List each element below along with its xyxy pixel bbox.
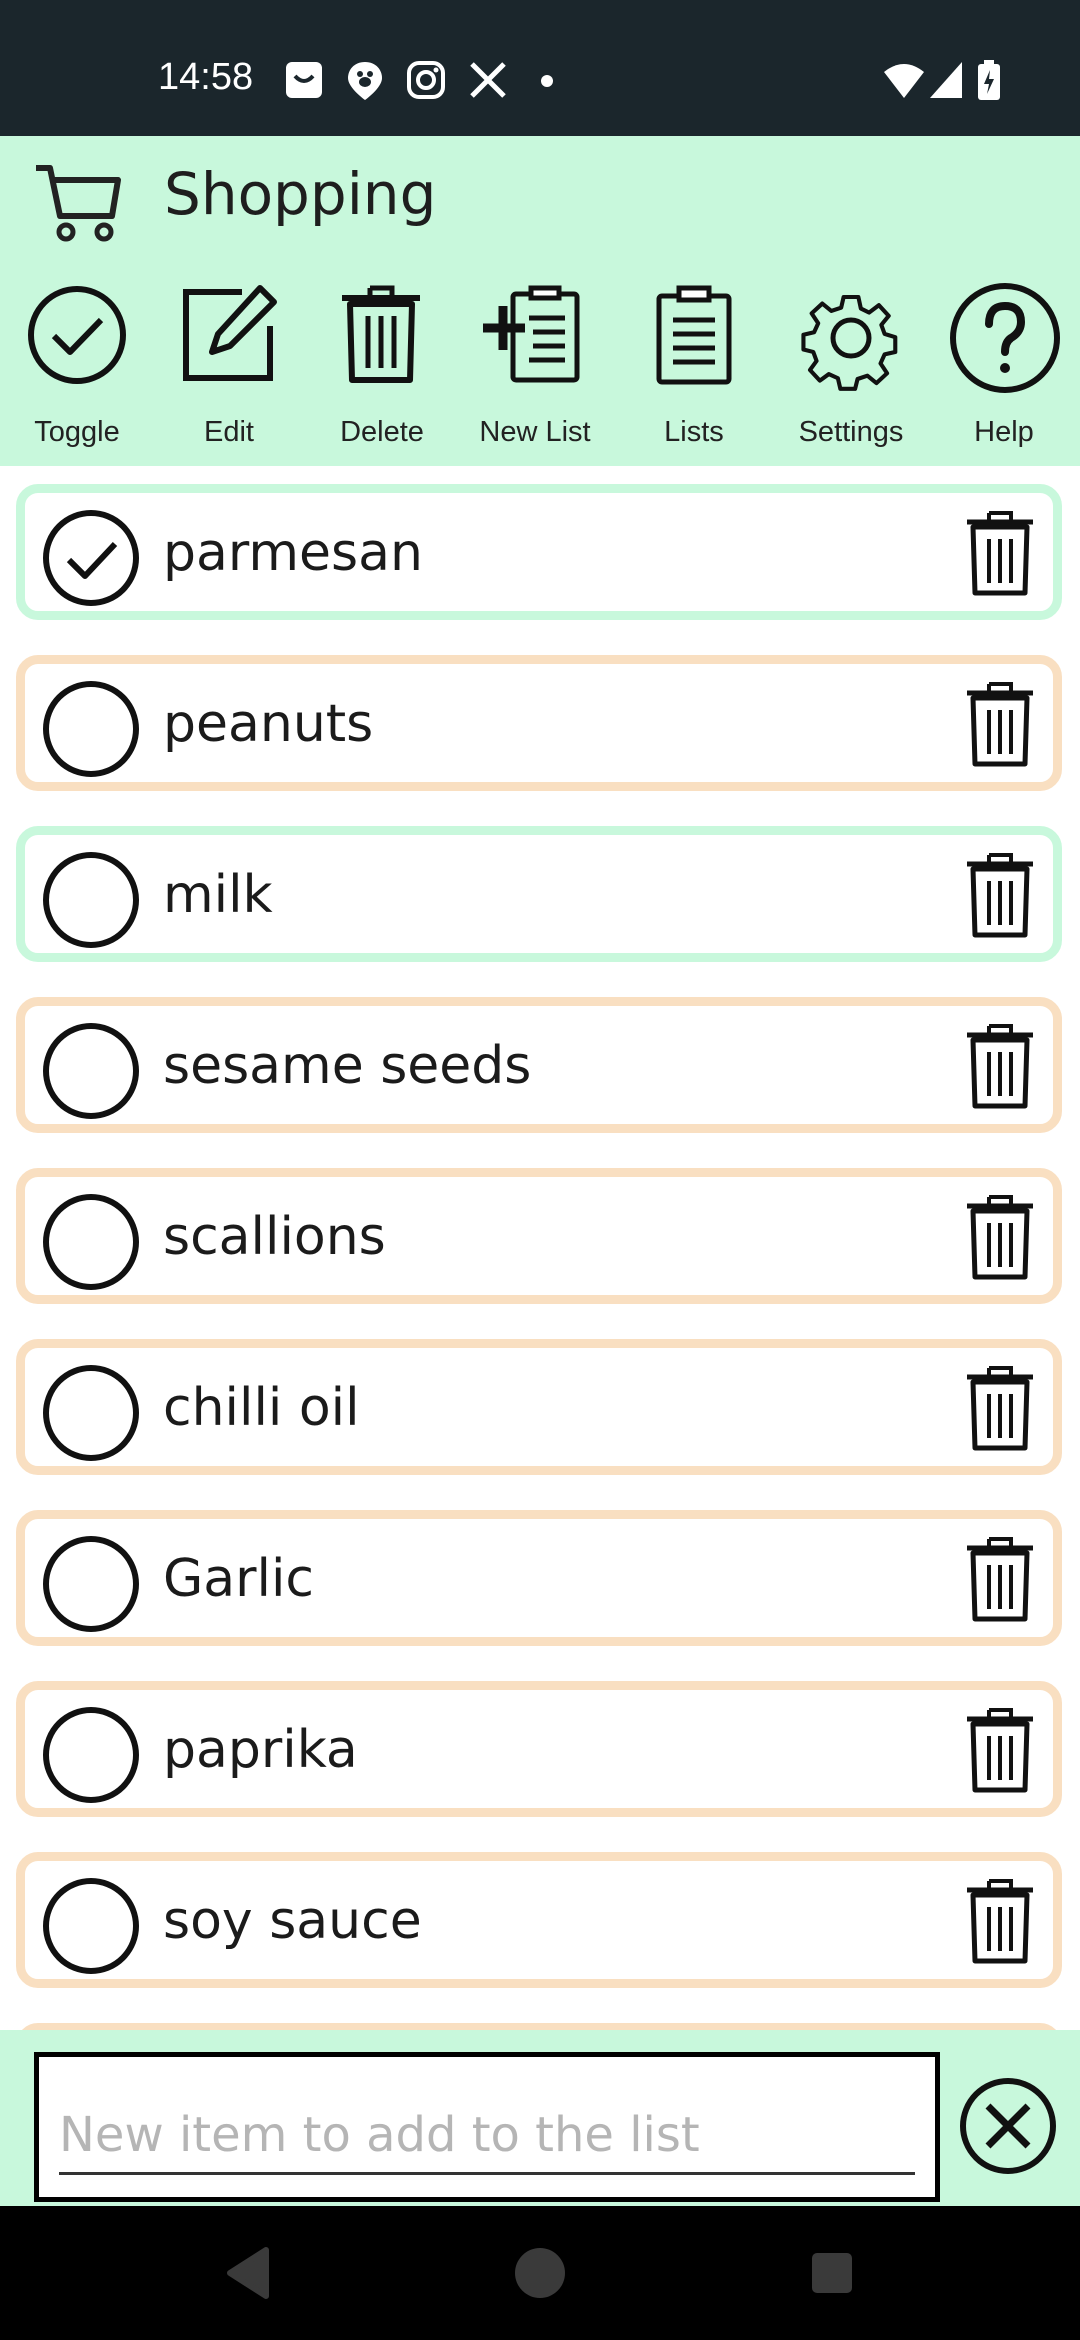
x-icon — [470, 62, 506, 98]
status-bar: 14:58 — [0, 0, 1080, 136]
paw-map-icon — [348, 62, 382, 100]
gear-icon — [801, 294, 898, 391]
trash-icon[interactable] — [963, 1022, 1037, 1110]
list-item-label: chilli oil — [163, 1378, 360, 1438]
trash-icon[interactable] — [963, 1364, 1037, 1452]
list-item[interactable]: paprika — [16, 1681, 1062, 1817]
delete-label: Delete — [340, 416, 424, 448]
status-time: 14:58 — [158, 56, 254, 98]
unchecked-circle-icon[interactable] — [41, 679, 141, 779]
cellular-icon — [930, 62, 962, 98]
system-nav-bar — [0, 2206, 1080, 2340]
unchecked-circle-icon[interactable] — [41, 1021, 141, 1121]
checked-circle-icon[interactable] — [41, 508, 141, 608]
list-item-partial[interactable] — [16, 2023, 1062, 2030]
list-item[interactable]: chilli oil — [16, 1339, 1062, 1475]
app-header: Shopping Toggle Edit Delete New List Lis… — [0, 136, 1080, 466]
cart-icon — [36, 165, 121, 242]
clear-icon[interactable] — [958, 2076, 1058, 2176]
trash-icon[interactable] — [963, 1535, 1037, 1623]
list-item[interactable]: peanuts — [16, 655, 1062, 791]
list-item-label: sesame seeds — [163, 1036, 532, 1096]
trash-icon[interactable] — [963, 680, 1037, 768]
page-title: Shopping — [164, 160, 437, 228]
unchecked-circle-icon[interactable] — [41, 1705, 141, 1805]
toggle-label: Toggle — [34, 416, 120, 448]
home-icon[interactable] — [460, 2206, 620, 2340]
list-item[interactable]: milk — [16, 826, 1062, 962]
shopping-list[interactable]: parmesan peanuts milk sesame seeds scall… — [0, 466, 1080, 2030]
list-item[interactable]: scallions — [16, 1168, 1062, 1304]
edit-label: Edit — [204, 416, 254, 448]
trash-icon — [342, 285, 420, 383]
trash-icon[interactable] — [963, 1193, 1037, 1281]
list-item[interactable]: Garlic — [16, 1510, 1062, 1646]
unchecked-circle-icon[interactable] — [41, 850, 141, 950]
unchecked-circle-icon[interactable] — [41, 1192, 141, 1292]
list-item[interactable]: parmesan — [16, 484, 1062, 620]
add-item-bar — [0, 2030, 1080, 2206]
back-icon[interactable] — [168, 2206, 328, 2340]
list-item-label: milk — [163, 865, 273, 925]
unchecked-circle-icon[interactable] — [41, 1876, 141, 1976]
recents-icon[interactable] — [752, 2206, 912, 2340]
new-item-input[interactable] — [59, 2097, 915, 2175]
list-item-label: peanuts — [163, 694, 374, 754]
add-list-icon — [483, 285, 580, 383]
settings-label: Settings — [798, 416, 904, 448]
dot-icon — [541, 75, 553, 87]
check-circle-icon — [28, 286, 126, 384]
help-label: Help — [974, 416, 1034, 448]
trash-icon[interactable] — [963, 851, 1037, 939]
trash-icon[interactable] — [963, 1706, 1037, 1794]
instagram-icon — [407, 61, 445, 99]
wifi-icon — [884, 64, 924, 98]
lists-label: Lists — [664, 416, 724, 448]
list-item-label: paprika — [163, 1720, 358, 1780]
list-item-label: parmesan — [163, 523, 423, 583]
unchecked-circle-icon[interactable] — [41, 1363, 141, 1463]
new-list-label: New List — [479, 416, 591, 448]
clipboard-icon — [656, 285, 732, 385]
new-item-field-container — [34, 2052, 940, 2202]
edit-icon — [183, 285, 277, 381]
trash-icon[interactable] — [963, 1877, 1037, 1965]
list-item-label: Garlic — [163, 1549, 315, 1609]
unchecked-circle-icon[interactable] — [41, 1534, 141, 1634]
trash-icon[interactable] — [963, 509, 1037, 597]
list-item[interactable]: soy sauce — [16, 1852, 1062, 1988]
list-item[interactable]: sesame seeds — [16, 997, 1062, 1133]
help-icon — [950, 283, 1060, 393]
list-item-label: soy sauce — [163, 1891, 422, 1951]
bag-icon — [286, 62, 322, 98]
battery-charging-icon — [978, 60, 1000, 100]
list-item-label: scallions — [163, 1207, 386, 1267]
